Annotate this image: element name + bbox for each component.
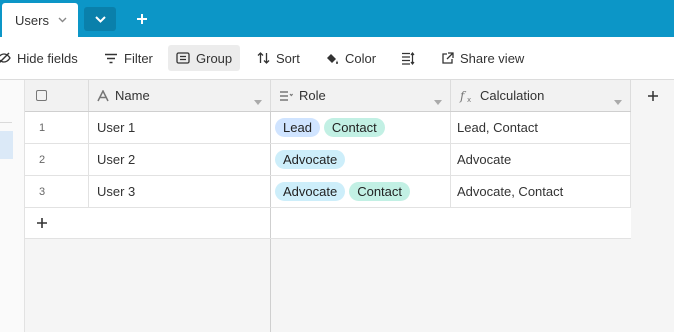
row-number-cell: 1 [25,112,89,143]
plus-icon [647,91,658,101]
row-height-icon [401,51,415,65]
row-number: 3 [39,185,46,198]
name-value: User 2 [97,152,136,167]
table-row[interactable]: 1 User 1 Lead Contact Lead, Contact [25,112,631,144]
filter-label: Filter [124,50,153,66]
filter-icon [104,53,118,64]
svg-text:x: x [467,96,471,103]
calculation-cell[interactable]: Advocate [451,144,631,175]
select-all-checkbox[interactable] [36,90,47,101]
calculation-cell[interactable]: Lead, Contact [451,112,631,143]
group-button[interactable]: Group [168,45,241,71]
role-pill: Lead [275,118,320,137]
share-view-label: Share view [460,50,525,66]
chevron-down-icon[interactable] [614,93,622,108]
column-header-label: Calculation [480,88,545,103]
column-header-role[interactable]: Role [271,80,451,111]
chevron-down-icon[interactable] [434,93,442,108]
sidebar-collapsed [0,80,25,332]
paint-bucket-icon [325,52,339,65]
tab-label: Users [15,12,49,28]
hide-fields-label: Hide fields [17,50,78,66]
grid-empty-area [25,239,271,332]
role-cell[interactable]: Advocate [271,144,451,175]
name-value: User 3 [97,184,136,199]
text-field-icon [97,89,109,102]
share-icon [441,51,454,65]
row-number-cell: 2 [25,144,89,175]
role-cell[interactable]: Advocate Contact [271,176,451,207]
role-pill: Advocate [275,150,346,169]
select-all-cell [25,80,89,111]
add-field-button[interactable] [631,80,674,112]
group-icon [176,52,190,64]
column-header-label: Role [299,88,326,103]
row-number: 1 [39,121,46,134]
plus-icon [136,13,148,25]
color-label: Color [345,50,377,66]
row-number: 2 [39,153,46,166]
sidebar-selected-view[interactable] [0,131,13,159]
sort-icon [257,52,270,64]
hide-fields-button[interactable]: Hide fields [0,45,78,71]
name-cell[interactable]: User 3 [89,176,271,207]
name-value: User 1 [97,120,136,135]
calculation-value: Lead, Contact [457,120,538,135]
eye-slash-icon [0,52,11,64]
filter-button[interactable]: Filter [104,45,153,71]
role-pill: Advocate [275,182,346,201]
formula-icon: fx [459,89,474,103]
svg-text:f: f [459,89,467,103]
column-header-name[interactable]: Name [89,80,271,111]
sort-button[interactable]: Sort [257,45,300,71]
role-cell[interactable]: Lead Contact [271,112,451,143]
column-header-calculation[interactable]: fx Calculation [451,80,631,111]
tab-bar: Users [0,0,674,37]
view-toolbar: Hide fields Filter Group Sort Color Shar… [0,37,674,80]
role-pill: Contact [349,182,411,201]
share-view-button[interactable]: Share view [441,45,524,71]
row-height-button[interactable] [401,45,421,71]
sidebar-divider [0,122,12,123]
calculation-cell[interactable]: Advocate, Contact [451,176,631,207]
tables-dropdown-button[interactable] [84,7,116,31]
chevron-down-icon[interactable] [254,93,262,108]
sort-label: Sort [276,50,300,66]
group-label: Group [196,50,233,66]
column-header-label: Name [115,88,150,103]
role-pill: Contact [323,118,385,137]
table-row[interactable]: 3 User 3 Advocate Contact Advocate, Cont… [25,176,631,208]
add-table-button[interactable] [130,7,154,31]
color-button[interactable]: Color [325,45,376,71]
chevron-down-icon [94,15,106,23]
table-row[interactable]: 2 User 2 Advocate Advocate [25,144,631,176]
plus-icon [37,218,47,228]
tab-users[interactable]: Users [2,3,78,37]
add-row[interactable] [25,208,631,239]
grid-header: Name Role fx Calculation [25,80,674,112]
chevron-down-icon[interactable] [58,17,67,23]
row-number-cell: 3 [25,176,89,207]
add-row-spacer [89,208,271,238]
name-cell[interactable]: User 2 [89,144,271,175]
multi-select-icon [279,90,293,102]
name-cell[interactable]: User 1 [89,112,271,143]
calculation-value: Advocate, Contact [457,184,564,199]
calculation-value: Advocate [457,152,512,167]
add-row-cell[interactable] [25,208,89,238]
